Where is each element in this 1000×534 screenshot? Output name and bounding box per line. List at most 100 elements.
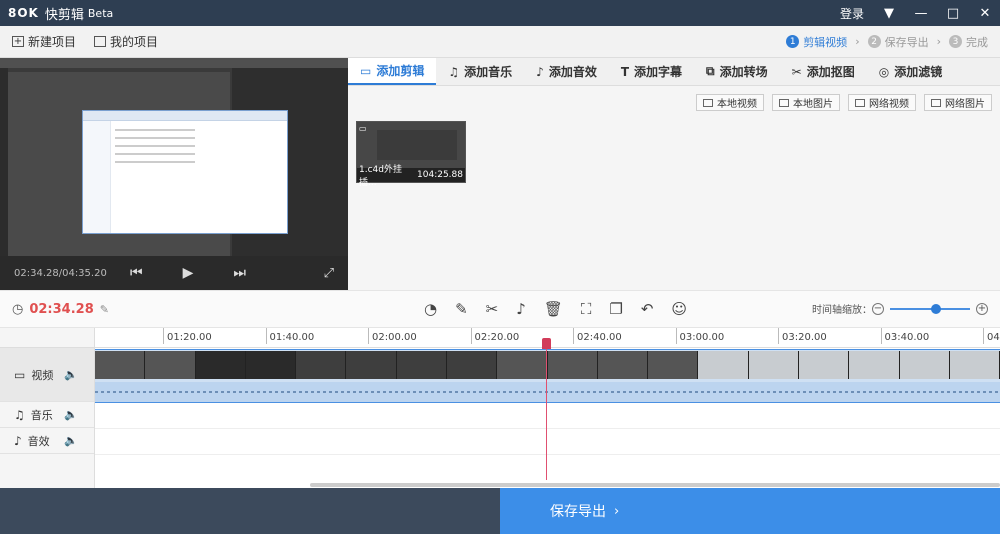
zoom-slider-knob[interactable] <box>931 303 942 314</box>
camera-icon: ▭ <box>359 124 367 133</box>
my-projects-button[interactable]: 我的项目 <box>94 33 158 50</box>
preview-time: 02:34.28/04:35.20 <box>14 267 107 279</box>
ruler-tick: 01:40.00 <box>265 328 315 344</box>
music-track[interactable] <box>95 403 1000 429</box>
explorer-row <box>115 145 195 147</box>
explorer-row <box>115 137 195 139</box>
next-frame-icon[interactable]: ⏭ <box>233 265 246 281</box>
tab-bar: ▭ 添加剪辑 ♫ 添加音乐 ♪ 添加音效 T 添加字幕 ⧉ 添加转场 ✂ 添加抠… <box>348 58 1000 86</box>
app-logo: 8OK <box>8 6 39 20</box>
fullscreen-icon[interactable]: ⤢ <box>324 266 334 281</box>
close-icon[interactable]: ✕ <box>978 6 992 21</box>
sound-effect-track-icon: ♪ <box>14 433 22 448</box>
zoom-label: 时间轴缩放： <box>812 305 872 316</box>
web-video-button[interactable]: 网络视频 <box>848 94 916 111</box>
app-name: 快剪辑 <box>44 7 84 23</box>
button-label: 网络视频 <box>869 99 909 110</box>
sticker-icon[interactable]: ☺ <box>671 300 687 318</box>
scissors-icon[interactable]: ✂ <box>486 300 499 318</box>
video-frame <box>899 351 950 379</box>
ruler-tick: 02:40.00 <box>573 328 622 344</box>
timeline[interactable]: 01:20.00 01:40.00 02:00.00 02:20.00 02:40.00… <box>95 328 1000 488</box>
maximize-icon[interactable]: □ <box>946 6 960 21</box>
step-label: 完成 <box>966 35 988 49</box>
minimize-icon[interactable]: — <box>914 6 928 21</box>
tab-add-filter[interactable]: ◎ 添加滤镜 <box>867 58 955 85</box>
local-image-button[interactable]: 本地图片 <box>772 94 840 111</box>
chevron-right-icon: › <box>936 35 941 48</box>
pencil-icon[interactable]: ✎ <box>455 300 468 318</box>
music-track-icon: ♫ <box>14 407 25 422</box>
ruler-tick: 03:40.00 <box>880 328 930 344</box>
menu-dropdown-icon[interactable]: ▼ <box>882 6 896 21</box>
bell-icon[interactable]: ♪ <box>516 300 526 318</box>
undo-icon[interactable]: ↶ <box>641 300 654 318</box>
crop-icon[interactable]: ⛶ <box>581 300 592 318</box>
video-track-icon: ▭ <box>14 367 26 382</box>
new-project-button[interactable]: + 新建项目 <box>12 33 76 50</box>
tab-label: 添加剪辑 <box>376 64 425 78</box>
track-label-video: ▭ 视频 🔈 <box>0 348 94 402</box>
step-export: 2 保存导出 <box>867 34 929 50</box>
web-image-button[interactable]: 网络图片 <box>924 94 992 111</box>
video-frame <box>296 351 347 379</box>
volume-icon[interactable]: 🔈 <box>64 434 78 447</box>
step-number: 2 <box>867 35 881 48</box>
zoom-in-icon[interactable]: + <box>976 302 988 315</box>
export-label: 保存导出 <box>550 504 606 520</box>
video-frame <box>698 351 749 379</box>
folder-icon <box>94 36 107 47</box>
preview-screen[interactable] <box>0 58 348 256</box>
tab-label: 添加音乐 <box>464 65 513 79</box>
play-icon[interactable]: ▶ <box>183 265 194 281</box>
tab-label: 添加字幕 <box>634 65 683 79</box>
volume-icon[interactable]: 🔈 <box>64 408 78 421</box>
tab-add-transition[interactable]: ⧉ 添加转场 <box>694 58 780 85</box>
previous-frame-icon[interactable]: ⏮ <box>130 265 143 281</box>
step-edit: 1 剪辑视频 <box>786 34 847 50</box>
copy-icon[interactable]: ❐ <box>609 300 622 318</box>
text-icon: T <box>620 64 630 79</box>
edit-time-icon[interactable]: ✎ <box>100 303 109 316</box>
button-label: 本地视频 <box>717 99 757 110</box>
save-export-button[interactable]: 保存导出 › <box>500 488 1000 534</box>
preview-frame-menubar <box>0 58 348 68</box>
explorer-row <box>115 153 195 155</box>
preview-controls: 02:34.28/04:35.20 ⏮ ▶ ⏭ ⤢ <box>0 256 348 290</box>
zoom-out-icon[interactable]: − <box>872 302 884 315</box>
video-track-clip[interactable] <box>95 349 1000 403</box>
video-frame <box>648 351 699 379</box>
media-clip[interactable]: ▭ 1.c4d外挂插... 104:25.88 <box>356 121 466 188</box>
timeline-toolbar: ◷ 02:34.28 ✎ ◔ ✎ ✂ ♪ 🗑 ⛶ ❐ ↶ ☺ 时间轴缩放： − … <box>0 290 1000 328</box>
playhead-handle[interactable] <box>542 338 551 349</box>
chevron-right-icon: › <box>614 503 620 519</box>
sound-effect-track[interactable] <box>95 429 1000 455</box>
media-panel: ▭ 添加剪辑 ♫ 添加音乐 ♪ 添加音效 T 添加字幕 ⧉ 添加转场 ✂ 添加抠… <box>348 58 1000 290</box>
step-label: 剪辑视频 <box>803 35 848 49</box>
explorer-row <box>115 161 195 163</box>
login-link[interactable]: 登录 <box>840 5 864 22</box>
tab-add-cutout[interactable]: ✂ 添加抠图 <box>780 58 867 85</box>
video-frame <box>597 351 649 379</box>
tab-add-subtitle[interactable]: T 添加字幕 <box>609 58 694 85</box>
tab-add-music[interactable]: ♫ 添加音乐 <box>436 58 524 85</box>
zoom-slider[interactable] <box>890 303 970 314</box>
beta-label: Beta <box>87 6 114 20</box>
import-buttons: 本地视频 本地图片 网络视频 网络图片 <box>696 94 992 111</box>
ruler-tick: 03:20.00 <box>778 328 827 344</box>
tab-label: 添加转场 <box>719 65 768 79</box>
my-projects-label: 我的项目 <box>110 35 159 49</box>
volume-icon[interactable]: 🔈 <box>64 368 78 381</box>
video-frame <box>396 351 447 379</box>
ruler-tick: 04:0 <box>982 328 1000 344</box>
tab-add-clip[interactable]: ▭ 添加剪辑 <box>348 58 437 85</box>
camera-icon: ▭ <box>360 63 372 78</box>
tab-add-sound-effect[interactable]: ♪ 添加音效 <box>524 58 609 85</box>
playhead[interactable] <box>542 338 551 480</box>
horizontal-scrollbar[interactable] <box>310 483 1000 487</box>
clock-icon: ◷ <box>12 301 24 317</box>
speed-icon[interactable]: ◔ <box>424 300 437 318</box>
trash-icon[interactable]: 🗑 <box>544 300 563 318</box>
local-video-button[interactable]: 本地视频 <box>696 94 764 111</box>
button-label: 网络图片 <box>945 99 985 110</box>
